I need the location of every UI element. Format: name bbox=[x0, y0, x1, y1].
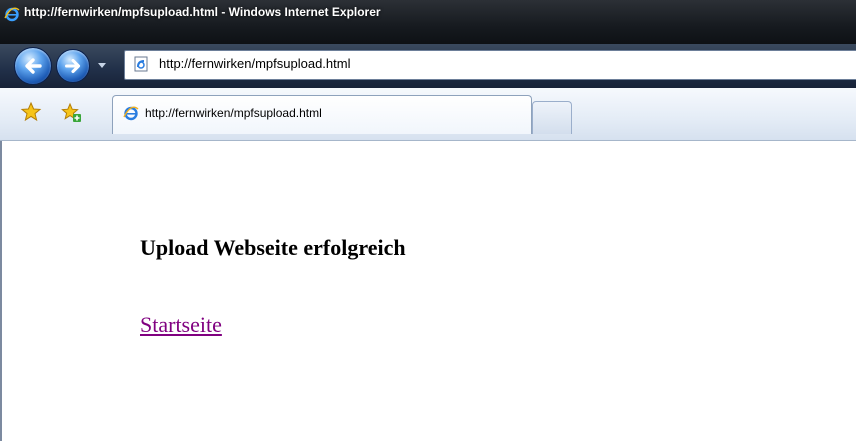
add-favorite-icon[interactable] bbox=[60, 101, 82, 123]
page-icon bbox=[133, 56, 149, 72]
tab-bar: http://fernwirken/mpfsupload.html bbox=[0, 88, 856, 141]
forward-button[interactable] bbox=[56, 49, 90, 83]
tab-current[interactable]: http://fernwirken/mpfsupload.html bbox=[112, 95, 532, 134]
address-bar[interactable]: http://fernwirken/mpfsupload.html bbox=[124, 50, 856, 80]
page-content: Upload Webseite erfolgreich Startseite bbox=[0, 141, 856, 441]
navigation-bar: http://fernwirken/mpfsupload.html bbox=[0, 44, 856, 88]
startseite-link[interactable]: Startseite bbox=[140, 312, 222, 338]
window-title: http://fernwirken/mpfsupload.html - Wind… bbox=[24, 5, 381, 19]
favorites-star-icon[interactable] bbox=[20, 101, 42, 123]
ie-icon bbox=[4, 6, 20, 22]
address-input[interactable]: http://fernwirken/mpfsupload.html bbox=[159, 56, 350, 71]
page-heading: Upload Webseite erfolgreich bbox=[140, 235, 406, 260]
new-tab-button[interactable] bbox=[532, 101, 572, 134]
title-bar: http://fernwirken/mpfsupload.html - Wind… bbox=[0, 0, 856, 44]
ie-icon bbox=[123, 105, 139, 121]
back-button[interactable] bbox=[14, 47, 52, 85]
tab-label: http://fernwirken/mpfsupload.html bbox=[145, 106, 322, 120]
chevron-down-icon[interactable] bbox=[96, 58, 108, 70]
